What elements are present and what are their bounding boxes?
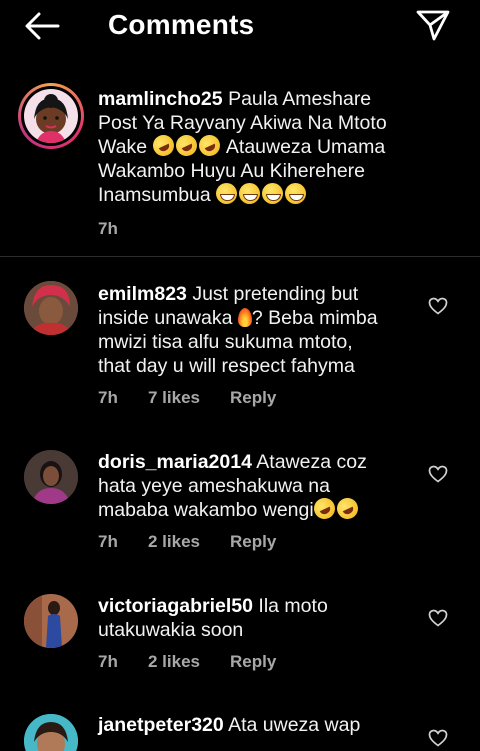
- caption-text: mamlincho25 Paula Ameshare Post Ya Rayva…: [98, 87, 468, 207]
- avatar[interactable]: [24, 714, 78, 751]
- comment-line: mwizi tisa alfu sukuma mtoto,: [98, 331, 353, 353]
- like-button[interactable]: [427, 296, 449, 316]
- avatar[interactable]: [24, 281, 78, 335]
- comment-line: ? Beba mimba: [251, 307, 378, 329]
- heart-icon: [428, 729, 448, 747]
- heart-icon: [428, 465, 448, 483]
- reply-button[interactable]: Reply: [230, 652, 276, 672]
- comment-text: victoriagabriel50 Ila moto utakuwakia so…: [98, 594, 438, 642]
- likes-count[interactable]: 2 likes: [148, 532, 230, 552]
- back-button[interactable]: [22, 8, 62, 44]
- likes-count[interactable]: 7 likes: [148, 388, 230, 408]
- caption-line: Wakambo Huyu Au Kiherehere: [98, 160, 366, 182]
- like-button[interactable]: [427, 608, 449, 628]
- grinning-emoji-icon: [262, 183, 284, 204]
- timestamp: 7h: [98, 219, 118, 238]
- comment-meta: 7h 2 likes Reply: [98, 652, 276, 672]
- avatar-photo: [24, 281, 78, 335]
- comment-text: doris_maria2014 Ataweza coz hata yeye am…: [98, 450, 438, 523]
- timestamp: 7h: [98, 532, 118, 551]
- rofl-emoji-icon: [172, 131, 201, 160]
- post-caption: mamlincho25 Paula Ameshare Post Ya Rayva…: [0, 70, 480, 256]
- reply-button[interactable]: Reply: [230, 532, 276, 552]
- comment-meta: 7h 7 likes Reply: [98, 388, 276, 408]
- avatar-illustration: [34, 94, 68, 143]
- comment-line: Ata uweza wap: [228, 714, 361, 736]
- caption-line: Post Ya Rayvany Akiwa Na Mtoto: [98, 112, 387, 134]
- comment-username[interactable]: emilm823: [98, 283, 187, 305]
- rofl-emoji-icon: [149, 131, 178, 160]
- grinning-emoji-icon: [285, 183, 307, 204]
- header: Comments: [0, 0, 480, 52]
- avatar[interactable]: [18, 83, 84, 149]
- timestamp: 7h: [98, 388, 118, 407]
- comment-text: janetpeter320 Ata uweza wap: [98, 713, 438, 737]
- like-button[interactable]: [427, 464, 449, 484]
- rofl-emoji-icon: [333, 494, 362, 523]
- caption-line: Paula Ameshare: [228, 88, 372, 110]
- caption-line: Wake: [98, 136, 148, 158]
- avatar-photo: [24, 594, 78, 648]
- comment-line: mababa wakambo wengi: [98, 499, 314, 521]
- comment-line: hata yeye ameshakuwa na: [98, 475, 330, 497]
- rofl-emoji-icon: [195, 131, 224, 160]
- caption-line: Inamsumbua: [98, 184, 211, 206]
- avatar[interactable]: [24, 594, 78, 648]
- timestamp: 7h: [98, 652, 118, 671]
- comment-line: that day u will respect fahyma: [98, 355, 355, 377]
- comment-line: Ila moto: [258, 595, 328, 617]
- heart-icon: [428, 609, 448, 627]
- divider: [0, 256, 480, 257]
- caption-meta: 7h: [98, 219, 148, 239]
- caption-line: Atauweza Umama: [225, 136, 386, 158]
- avatar-photo: [24, 714, 78, 751]
- avatar-photo: [24, 450, 78, 504]
- comments-screen: Comments mamlincho25 Paula Ameshare Post…: [0, 0, 480, 751]
- comment-username[interactable]: victoriagabriel50: [98, 595, 253, 617]
- comment-text: emilm823 Just pretending but inside unaw…: [98, 282, 438, 378]
- fire-emoji-icon: [237, 308, 252, 327]
- comment-meta: 7h 2 likes Reply: [98, 532, 276, 552]
- grinning-emoji-icon: [216, 183, 238, 204]
- back-arrow-icon: [25, 12, 60, 40]
- comment-username[interactable]: doris_maria2014: [98, 451, 252, 473]
- avatar[interactable]: [24, 450, 78, 504]
- paper-plane-icon: [416, 10, 450, 41]
- comment-line: Just pretending but: [192, 283, 359, 305]
- reply-button[interactable]: Reply: [230, 388, 276, 408]
- comment-line: Ataweza coz: [256, 451, 367, 473]
- grinning-emoji-icon: [239, 183, 261, 204]
- likes-count[interactable]: 2 likes: [148, 652, 230, 672]
- comment-line: utakuwakia soon: [98, 619, 244, 641]
- rofl-emoji-icon: [310, 494, 339, 523]
- page-title: Comments: [108, 9, 255, 40]
- comment-username[interactable]: janetpeter320: [98, 714, 224, 736]
- like-button[interactable]: [427, 728, 449, 748]
- heart-icon: [428, 297, 448, 315]
- comment-line: inside unawaka: [98, 307, 233, 329]
- caption-username[interactable]: mamlincho25: [98, 88, 223, 110]
- share-button[interactable]: [414, 7, 452, 43]
